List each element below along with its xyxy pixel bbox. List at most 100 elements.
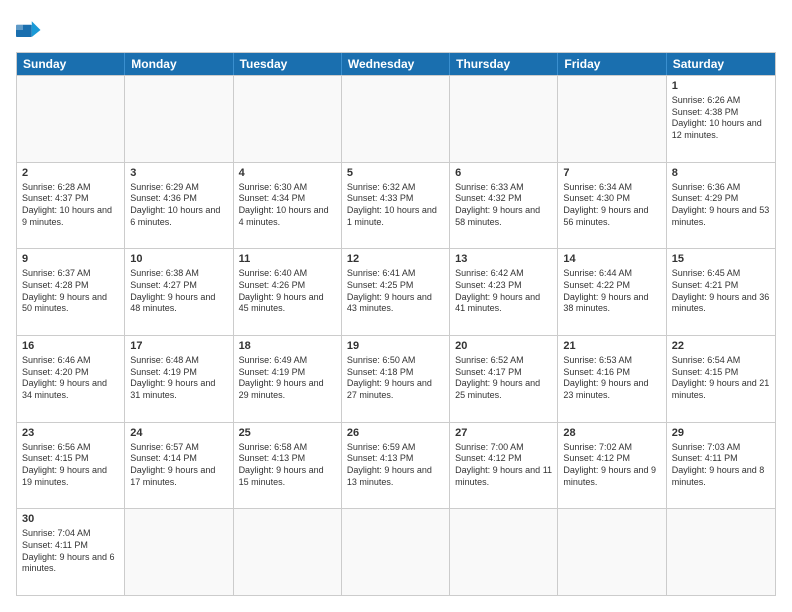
day-number: 23 [22,426,119,441]
day-number: 24 [130,426,227,441]
day-info: Sunrise: 6:45 AM Sunset: 4:21 PM Dayligh… [672,268,770,315]
day-info: Sunrise: 6:33 AM Sunset: 4:32 PM Dayligh… [455,182,552,229]
day-number: 16 [22,339,119,354]
day-info: Sunrise: 6:30 AM Sunset: 4:34 PM Dayligh… [239,182,336,229]
calendar-cell [125,76,233,162]
day-info: Sunrise: 6:54 AM Sunset: 4:15 PM Dayligh… [672,355,770,402]
header-day: Thursday [450,53,558,75]
calendar-cell [558,509,666,595]
day-info: Sunrise: 6:58 AM Sunset: 4:13 PM Dayligh… [239,442,336,489]
calendar-cell [450,509,558,595]
calendar-cell [667,509,775,595]
calendar-body: 1Sunrise: 6:26 AM Sunset: 4:38 PM Daylig… [17,75,775,595]
calendar-row: 30Sunrise: 7:04 AM Sunset: 4:11 PM Dayli… [17,508,775,595]
day-number: 15 [672,252,770,267]
calendar-cell: 15Sunrise: 6:45 AM Sunset: 4:21 PM Dayli… [667,249,775,335]
day-number: 28 [563,426,660,441]
day-info: Sunrise: 6:53 AM Sunset: 4:16 PM Dayligh… [563,355,660,402]
calendar-cell: 16Sunrise: 6:46 AM Sunset: 4:20 PM Dayli… [17,336,125,422]
day-info: Sunrise: 6:26 AM Sunset: 4:38 PM Dayligh… [672,95,770,142]
calendar-cell: 30Sunrise: 7:04 AM Sunset: 4:11 PM Dayli… [17,509,125,595]
day-number: 29 [672,426,770,441]
calendar-cell: 19Sunrise: 6:50 AM Sunset: 4:18 PM Dayli… [342,336,450,422]
calendar-cell: 23Sunrise: 6:56 AM Sunset: 4:15 PM Dayli… [17,423,125,509]
day-number: 17 [130,339,227,354]
calendar-cell: 2Sunrise: 6:28 AM Sunset: 4:37 PM Daylig… [17,163,125,249]
calendar-cell: 24Sunrise: 6:57 AM Sunset: 4:14 PM Dayli… [125,423,233,509]
day-info: Sunrise: 6:59 AM Sunset: 4:13 PM Dayligh… [347,442,444,489]
day-number: 26 [347,426,444,441]
day-number: 7 [563,166,660,181]
calendar-cell: 8Sunrise: 6:36 AM Sunset: 4:29 PM Daylig… [667,163,775,249]
calendar-cell [125,509,233,595]
calendar-cell: 17Sunrise: 6:48 AM Sunset: 4:19 PM Dayli… [125,336,233,422]
day-info: Sunrise: 6:38 AM Sunset: 4:27 PM Dayligh… [130,268,227,315]
calendar-cell: 12Sunrise: 6:41 AM Sunset: 4:25 PM Dayli… [342,249,450,335]
calendar-cell: 29Sunrise: 7:03 AM Sunset: 4:11 PM Dayli… [667,423,775,509]
calendar-cell [342,76,450,162]
calendar-cell [17,76,125,162]
day-number: 19 [347,339,444,354]
day-number: 13 [455,252,552,267]
calendar-row: 23Sunrise: 6:56 AM Sunset: 4:15 PM Dayli… [17,422,775,509]
calendar-cell: 25Sunrise: 6:58 AM Sunset: 4:13 PM Dayli… [234,423,342,509]
day-info: Sunrise: 6:57 AM Sunset: 4:14 PM Dayligh… [130,442,227,489]
day-info: Sunrise: 7:02 AM Sunset: 4:12 PM Dayligh… [563,442,660,489]
calendar-cell: 10Sunrise: 6:38 AM Sunset: 4:27 PM Dayli… [125,249,233,335]
calendar-header: SundayMondayTuesdayWednesdayThursdayFrid… [17,53,775,75]
day-info: Sunrise: 7:00 AM Sunset: 4:12 PM Dayligh… [455,442,552,489]
calendar-cell: 28Sunrise: 7:02 AM Sunset: 4:12 PM Dayli… [558,423,666,509]
day-number: 20 [455,339,552,354]
logo-icon [16,16,44,44]
day-info: Sunrise: 6:49 AM Sunset: 4:19 PM Dayligh… [239,355,336,402]
day-info: Sunrise: 6:56 AM Sunset: 4:15 PM Dayligh… [22,442,119,489]
header-day: Monday [125,53,233,75]
header-day: Wednesday [342,53,450,75]
day-info: Sunrise: 6:50 AM Sunset: 4:18 PM Dayligh… [347,355,444,402]
header-day: Saturday [667,53,775,75]
day-info: Sunrise: 6:48 AM Sunset: 4:19 PM Dayligh… [130,355,227,402]
calendar-cell: 27Sunrise: 7:00 AM Sunset: 4:12 PM Dayli… [450,423,558,509]
calendar-cell: 11Sunrise: 6:40 AM Sunset: 4:26 PM Dayli… [234,249,342,335]
day-info: Sunrise: 6:52 AM Sunset: 4:17 PM Dayligh… [455,355,552,402]
day-number: 27 [455,426,552,441]
day-number: 3 [130,166,227,181]
day-number: 4 [239,166,336,181]
calendar-cell [234,76,342,162]
header-day: Tuesday [234,53,342,75]
calendar-cell: 18Sunrise: 6:49 AM Sunset: 4:19 PM Dayli… [234,336,342,422]
day-number: 12 [347,252,444,267]
calendar-cell: 20Sunrise: 6:52 AM Sunset: 4:17 PM Dayli… [450,336,558,422]
header-day: Friday [558,53,666,75]
day-number: 18 [239,339,336,354]
calendar-cell [450,76,558,162]
day-info: Sunrise: 6:42 AM Sunset: 4:23 PM Dayligh… [455,268,552,315]
day-info: Sunrise: 6:41 AM Sunset: 4:25 PM Dayligh… [347,268,444,315]
calendar-cell [342,509,450,595]
day-info: Sunrise: 6:28 AM Sunset: 4:37 PM Dayligh… [22,182,119,229]
calendar-row: 16Sunrise: 6:46 AM Sunset: 4:20 PM Dayli… [17,335,775,422]
day-info: Sunrise: 6:32 AM Sunset: 4:33 PM Dayligh… [347,182,444,229]
calendar-row: 2Sunrise: 6:28 AM Sunset: 4:37 PM Daylig… [17,162,775,249]
day-number: 14 [563,252,660,267]
calendar-cell: 13Sunrise: 6:42 AM Sunset: 4:23 PM Dayli… [450,249,558,335]
day-number: 5 [347,166,444,181]
calendar-cell: 9Sunrise: 6:37 AM Sunset: 4:28 PM Daylig… [17,249,125,335]
calendar-row: 9Sunrise: 6:37 AM Sunset: 4:28 PM Daylig… [17,248,775,335]
day-number: 21 [563,339,660,354]
header-day: Sunday [17,53,125,75]
day-number: 1 [672,79,770,94]
logo [16,16,48,44]
page: SundayMondayTuesdayWednesdayThursdayFrid… [0,0,792,612]
day-number: 11 [239,252,336,267]
calendar-cell: 22Sunrise: 6:54 AM Sunset: 4:15 PM Dayli… [667,336,775,422]
day-info: Sunrise: 6:34 AM Sunset: 4:30 PM Dayligh… [563,182,660,229]
calendar-cell: 6Sunrise: 6:33 AM Sunset: 4:32 PM Daylig… [450,163,558,249]
day-number: 25 [239,426,336,441]
day-info: Sunrise: 6:46 AM Sunset: 4:20 PM Dayligh… [22,355,119,402]
calendar-cell: 21Sunrise: 6:53 AM Sunset: 4:16 PM Dayli… [558,336,666,422]
calendar-cell: 3Sunrise: 6:29 AM Sunset: 4:36 PM Daylig… [125,163,233,249]
day-info: Sunrise: 6:36 AM Sunset: 4:29 PM Dayligh… [672,182,770,229]
day-number: 30 [22,512,119,527]
day-number: 6 [455,166,552,181]
